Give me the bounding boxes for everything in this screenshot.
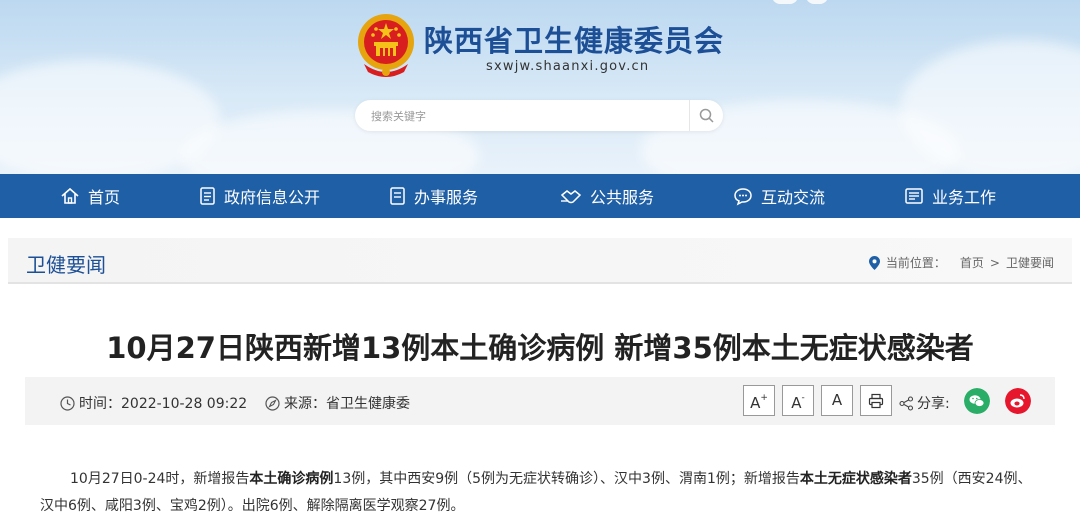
article-paragraph: 10月27日0-24时，新增报告本土确诊病例13例，其中西安9例（5例为无症状转… — [40, 466, 1045, 520]
main-nav: 首页 政府信息公开 办事服务 公共服务 互动交流 业务工作 — [0, 174, 1080, 218]
site-header: 陕西省卫生健康委员会 sxwjw.shaanxi.gov.cn — [0, 0, 1080, 174]
chat-icon — [734, 188, 752, 206]
breadcrumb: 当前位置： 首页 > 卫健要闻 — [868, 254, 1054, 271]
search-icon — [699, 108, 714, 123]
body-text-bold: 本土确诊病例 — [249, 471, 334, 487]
top-tab[interactable] — [806, 0, 828, 4]
clock-icon — [60, 395, 75, 411]
weibo-share-icon[interactable] — [1005, 388, 1031, 414]
body-text-segment: 13例，其中西安9例（5例为无症状转确诊）、汉中3例、渭南1例；新增报告 — [333, 471, 800, 487]
nav-item-gov-info[interactable]: 政府信息公开 — [199, 174, 320, 218]
nav-item-home[interactable]: 首页 — [60, 174, 120, 218]
search-button[interactable] — [689, 100, 723, 131]
font-increase-button[interactable]: A+ — [743, 385, 775, 416]
section-title: 卫健要闻 — [26, 253, 106, 277]
article-source-text: 来源：省卫生健康委 — [284, 396, 410, 412]
nav-item-business[interactable]: 业务工作 — [904, 174, 996, 218]
document-icon — [200, 187, 215, 205]
nav-item-interaction[interactable]: 互动交流 — [733, 174, 825, 218]
list-icon — [390, 187, 405, 205]
publish-time: 时间：2022-10-28 09:22 — [60, 393, 247, 413]
handshake-icon — [560, 190, 582, 204]
nav-label: 首页 — [88, 188, 121, 207]
print-button[interactable] — [860, 385, 892, 416]
site-domain: sxwjw.shaanxi.gov.cn — [486, 59, 650, 74]
search-box — [355, 100, 723, 131]
font-decrease-button[interactable]: A- — [782, 385, 814, 416]
font-increase-label: A — [750, 394, 761, 412]
nav-label: 公共服务 — [590, 188, 655, 207]
article-body: 10月27日0-24时，新增报告本土确诊病例13例，其中西安9例（5例为无症状转… — [40, 466, 1045, 520]
briefcase-icon — [905, 188, 923, 204]
nav-label: 办事服务 — [414, 188, 479, 207]
wechat-share-icon[interactable] — [964, 388, 990, 414]
cloud-decoration — [900, 40, 1080, 174]
breadcrumb-current-link[interactable]: 卫健要闻 — [1006, 254, 1054, 271]
location-pin-icon — [868, 255, 880, 270]
search-input[interactable] — [371, 107, 671, 125]
font-reset-button[interactable]: A — [821, 385, 853, 416]
article-meta-bar: 时间：2022-10-28 09:22 来源：省卫生健康委 A+ A- A 分享… — [25, 377, 1055, 425]
nav-label: 政府信息公开 — [224, 188, 321, 207]
body-text-bold: 本土无症状感染者 — [799, 471, 912, 487]
home-icon — [61, 187, 79, 204]
share-label: 分享: — [917, 396, 950, 412]
nav-item-services[interactable]: 办事服务 — [389, 174, 478, 218]
nav-label: 互动交流 — [761, 188, 826, 207]
article-source: 来源：省卫生健康委 — [265, 393, 410, 413]
publish-time-text: 时间：2022-10-28 09:22 — [79, 396, 248, 412]
font-reset-label: A — [831, 391, 843, 409]
body-text-segment: 10月27日0-24时，新增报告 — [70, 471, 250, 487]
breadcrumb-separator: > — [989, 255, 1000, 270]
compass-icon — [265, 395, 280, 411]
site-title: 陕西省卫生健康委员会 — [424, 24, 725, 58]
section-header: 卫健要闻 当前位置： 首页 > 卫健要闻 — [8, 238, 1072, 284]
nav-item-public-services[interactable]: 公共服务 — [560, 174, 654, 218]
share-section: 分享: — [899, 393, 950, 413]
share-icon — [899, 395, 914, 411]
breadcrumb-home-link[interactable]: 首页 — [960, 254, 984, 271]
location-label: 当前位置： — [885, 256, 946, 270]
print-icon — [868, 393, 884, 409]
nav-label: 业务工作 — [932, 188, 997, 207]
font-decrease-label: A — [791, 394, 802, 412]
article-title: 10月27日陕西新增13例本土确诊病例 新增35例本土无症状感染者 — [106, 331, 974, 365]
national-emblem-icon — [358, 14, 414, 77]
top-tab[interactable] — [772, 0, 798, 4]
